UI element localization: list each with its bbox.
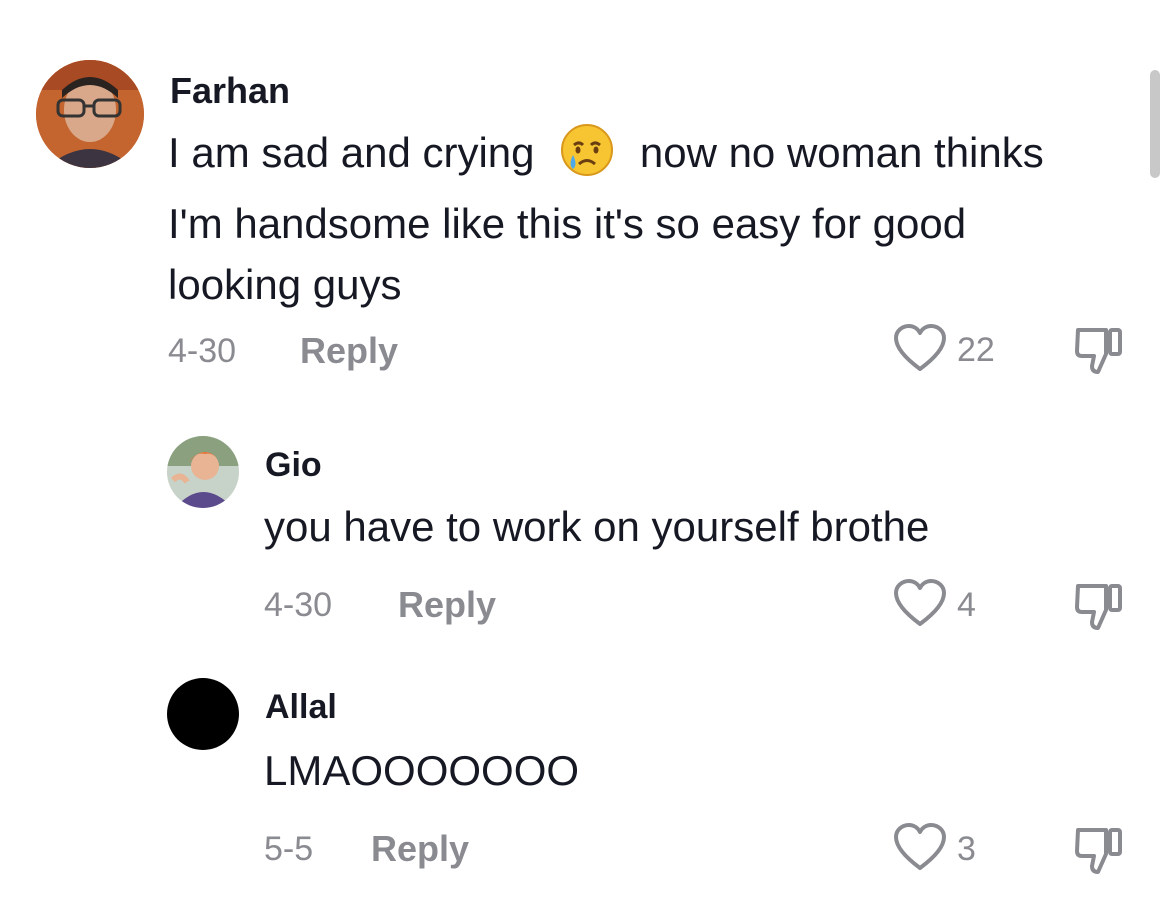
dislike-button[interactable]	[1074, 580, 1124, 637]
like-count: 22	[957, 331, 995, 369]
thumbs-down-icon	[1074, 828, 1124, 880]
avatar[interactable]	[36, 60, 144, 168]
dislike-button[interactable]	[1074, 324, 1124, 381]
comment-text-line: looking guys	[168, 261, 402, 308]
comment-text-part: now no woman thinks	[639, 129, 1044, 176]
like-count: 3	[957, 830, 976, 868]
comment-username[interactable]: Gio	[265, 446, 322, 485]
comment-text-line: I'm handsome like this it's so easy for …	[168, 200, 967, 247]
reply-button[interactable]: Reply	[398, 584, 496, 626]
comment-text-part: I am sad and crying	[168, 129, 535, 176]
reply-button[interactable]: Reply	[371, 828, 469, 870]
crying-face-emoji-icon	[560, 123, 614, 193]
comment-text: I am sad and crying now no woman thinks …	[168, 122, 1044, 315]
like-button[interactable]: 3	[893, 822, 976, 877]
comment-date: 4-30	[168, 332, 237, 370]
comment-text: you have to work on yourself brothe	[264, 503, 930, 550]
comment-username[interactable]: Farhan	[170, 70, 290, 112]
thumbs-down-icon	[1074, 328, 1124, 380]
comment-item: Farhan I am sad and crying now no woman …	[0, 0, 1170, 400]
heart-outline-icon	[893, 578, 947, 633]
avatar[interactable]	[167, 436, 239, 508]
thumbs-down-icon	[1074, 584, 1124, 636]
comment-item: Gio you have to work on yourself brothe …	[0, 420, 1170, 660]
dislike-button[interactable]	[1074, 824, 1124, 881]
comment-date: 5-5	[264, 830, 314, 868]
avatar[interactable]	[167, 678, 239, 750]
like-button[interactable]: 4	[893, 578, 976, 633]
comment-item: Allal LMAOOOOOOO 5-5 Reply 3	[0, 670, 1170, 910]
like-count: 4	[957, 586, 976, 624]
heart-outline-icon	[893, 822, 947, 877]
comment-date: 4-30	[264, 586, 333, 624]
like-button[interactable]: 22	[893, 323, 995, 378]
heart-outline-icon	[893, 323, 947, 378]
reply-button[interactable]: Reply	[300, 330, 398, 372]
comment-username[interactable]: Allal	[265, 688, 337, 727]
comment-text: LMAOOOOOOO	[264, 747, 580, 794]
